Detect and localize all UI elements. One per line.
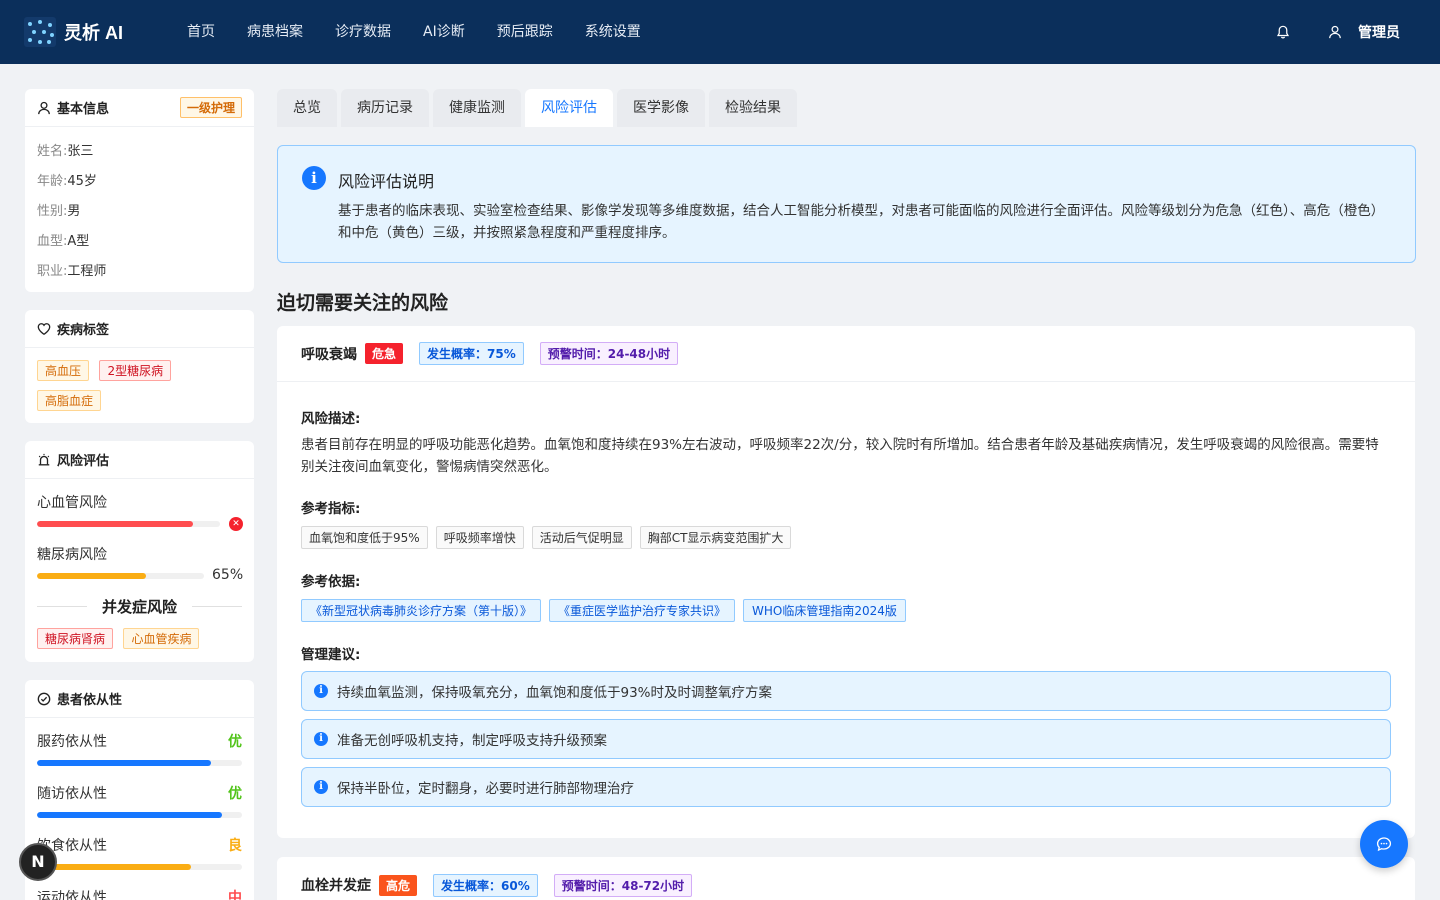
compliance-grade: 中 bbox=[228, 890, 242, 900]
reference-tags: 《新型冠状病毒肺炎诊疗方案（第十版）》 《重症医学监护治疗专家共识》 WHO临床… bbox=[301, 599, 914, 622]
alert-title: 风险评估说明 bbox=[338, 172, 435, 191]
risk-card-respiratory-failure: 呼吸衰竭 危急 发生概率：75% 预警时间：24-48小时 风险描述: 患者目前… bbox=[277, 326, 1415, 838]
indicator-tag: 呼吸频率增快 bbox=[435, 526, 524, 549]
nav-item-settings[interactable]: 系统设置 bbox=[569, 0, 657, 64]
nav-item-clinical-data[interactable]: 诊疗数据 bbox=[319, 0, 407, 64]
compliance-card: 患者依从性 服药依从性 优 随访依从性 优 饮食依从性 良 运动依从性 中 bbox=[25, 680, 254, 900]
risk-level-badge: 高危 bbox=[379, 874, 418, 896]
disease-tags-card: 疾病标签 高血压 2型糖尿病 高脂血症 bbox=[25, 310, 254, 423]
app-logo[interactable]: 灵析 AI bbox=[24, 17, 123, 47]
compliance-progress-bar bbox=[37, 864, 242, 870]
main-nav: 首页 病患档案 诊疗数据 AI诊断 预后跟踪 系统设置 bbox=[171, 0, 657, 64]
risk-progress-bar bbox=[37, 573, 204, 579]
compliance-grade: 良 bbox=[228, 838, 242, 854]
info-icon: i bbox=[314, 684, 328, 698]
indicator-tags: 血氧饱和度低于95% 呼吸频率增快 活动后气促明显 胸部CT显示病变范围扩大 bbox=[301, 526, 799, 549]
risk-percent: 65% bbox=[212, 567, 244, 583]
bell-icon[interactable] bbox=[1276, 25, 1290, 39]
alarm-icon bbox=[38, 453, 50, 465]
risk-assessment-card: 风险评估 心血管风险 ✕ 糖尿病风险 65% 并发症风险 糖尿病肾病 心血管疾病 bbox=[25, 441, 254, 662]
indicator-tag: 血氧饱和度低于95% bbox=[301, 526, 428, 549]
risk-card-thrombosis: 血栓并发症 高危 发生概率：60% 预警时间：48-72小时 bbox=[277, 857, 1415, 900]
top-header: 灵析 AI 首页 病患档案 诊疗数据 AI诊断 预后跟踪 系统设置 管理员 bbox=[0, 0, 1440, 64]
risk-label: 心血管风险 bbox=[37, 495, 107, 511]
advice-item: i 准备无创呼吸机支持，制定呼吸支持升级预案 bbox=[301, 719, 1391, 759]
advice-item: i 保持半卧位，定时翻身，必要时进行肺部物理治疗 bbox=[301, 767, 1391, 807]
info-alert: i 风险评估说明 基于患者的临床表现、实验室检查结果、影像学发现等多维度数据，结… bbox=[277, 145, 1416, 263]
risk-progress-bar bbox=[37, 521, 220, 527]
info-row-occupation: 职业:工程师 bbox=[37, 264, 107, 279]
complication-tag: 心血管疾病 bbox=[123, 628, 200, 649]
disease-tag: 高血压 bbox=[37, 360, 90, 381]
reference-link[interactable]: WHO临床管理指南2024版 bbox=[743, 599, 906, 622]
risk-name: 呼吸衰竭 bbox=[301, 346, 357, 363]
tab-medical-records[interactable]: 病历记录 bbox=[341, 89, 429, 127]
card-title: 患者依从性 bbox=[57, 693, 123, 708]
references-heading: 参考依据: bbox=[301, 574, 361, 590]
risk-level-badge: 危急 bbox=[365, 343, 404, 364]
risk-label: 糖尿病风险 bbox=[37, 547, 107, 563]
info-icon: i bbox=[302, 166, 326, 190]
disease-tag: 2型糖尿病 bbox=[99, 360, 172, 381]
compliance-label: 运动依从性 bbox=[37, 890, 107, 900]
warning-time-tag: 预警时间：48-72小时 bbox=[553, 873, 693, 897]
tab-lab-results[interactable]: 检验结果 bbox=[709, 89, 797, 127]
care-level-badge: 一级护理 bbox=[179, 97, 242, 118]
indicator-tag: 活动后气促明显 bbox=[531, 526, 632, 549]
logo-icon bbox=[24, 17, 56, 47]
error-icon: ✕ bbox=[229, 517, 243, 531]
compliance-grade: 优 bbox=[228, 786, 242, 802]
probability-tag: 发生概率：60% bbox=[433, 873, 538, 897]
reference-link[interactable]: 《新型冠状病毒肺炎诊疗方案（第十版）》 bbox=[301, 599, 542, 622]
compliance-progress-bar bbox=[37, 760, 242, 766]
disease-tag: 高脂血症 bbox=[37, 390, 102, 411]
basic-info-card: 基本信息 一级护理 姓名:张三 年龄:45岁 性别:男 血型:A型 职业:工程师 bbox=[25, 89, 254, 292]
info-row-gender: 性别:男 bbox=[37, 204, 81, 219]
info-row-name: 姓名:张三 bbox=[37, 144, 94, 159]
nav-item-ai-diagnosis[interactable]: AI诊断 bbox=[407, 0, 481, 64]
tab-health-monitoring[interactable]: 健康监测 bbox=[433, 89, 521, 127]
reference-link[interactable]: 《重症医学监护治疗专家共识》 bbox=[549, 599, 736, 622]
card-title: 风险评估 bbox=[57, 454, 110, 469]
user-name[interactable]: 管理员 bbox=[1358, 22, 1400, 42]
indicators-heading: 参考指标: bbox=[301, 501, 361, 517]
chat-button[interactable] bbox=[1360, 820, 1408, 868]
info-icon: i bbox=[314, 732, 328, 746]
complication-title: 并发症风险 bbox=[37, 596, 242, 617]
alert-description: 基于患者的临床表现、实验室检查结果、影像学发现等多维度数据，结合人工智能分析模型… bbox=[338, 203, 1378, 241]
warning-time-tag: 预警时间：24-48小时 bbox=[539, 342, 679, 365]
probability-tag: 发生概率：75% bbox=[419, 342, 524, 365]
compliance-grade: 优 bbox=[228, 734, 242, 750]
nav-item-prognosis[interactable]: 预后跟踪 bbox=[481, 0, 569, 64]
n-logo-badge[interactable]: N bbox=[19, 843, 57, 881]
risk-description: 患者目前存在明显的呼吸功能恶化趋势。血氧饱和度持续在93%左右波动，呼吸频率22… bbox=[301, 437, 1379, 475]
nav-item-patient-records[interactable]: 病患档案 bbox=[231, 0, 319, 64]
chat-icon bbox=[1376, 837, 1392, 852]
advice-item: i 持续血氧监测，保持吸氧充分，血氧饱和度低于93%时及时调整氧疗方案 bbox=[301, 671, 1391, 711]
info-row-age: 年龄:45岁 bbox=[37, 174, 97, 189]
tab-bar: 总览 病历记录 健康监测 风险评估 医学影像 检验结果 bbox=[277, 89, 801, 127]
compliance-progress-bar bbox=[37, 812, 242, 818]
advice-heading: 管理建议: bbox=[301, 647, 361, 663]
indicator-tag: 胸部CT显示病变范围扩大 bbox=[639, 526, 792, 549]
app-name: 灵析 AI bbox=[64, 23, 124, 43]
section-title: 迫切需要关注的风险 bbox=[277, 292, 449, 314]
check-circle-icon bbox=[37, 692, 51, 705]
nav-item-home[interactable]: 首页 bbox=[171, 0, 231, 64]
info-icon: i bbox=[314, 780, 328, 794]
card-title: 疾病标签 bbox=[57, 323, 110, 338]
risk-name: 血栓并发症 bbox=[301, 878, 371, 894]
heart-icon bbox=[37, 322, 51, 335]
tab-overview[interactable]: 总览 bbox=[277, 89, 337, 127]
user-icon[interactable] bbox=[1328, 25, 1342, 39]
compliance-label: 服药依从性 bbox=[37, 734, 107, 750]
compliance-label: 随访依从性 bbox=[37, 786, 107, 802]
complication-tag: 糖尿病肾病 bbox=[37, 628, 114, 649]
user-icon bbox=[38, 101, 50, 114]
tab-medical-imaging[interactable]: 医学影像 bbox=[617, 89, 705, 127]
tab-risk-assessment[interactable]: 风险评估 bbox=[525, 89, 613, 127]
card-title: 基本信息 bbox=[57, 102, 110, 117]
info-row-blood-type: 血型:A型 bbox=[37, 234, 90, 249]
risk-description-heading: 风险描述: bbox=[301, 411, 361, 427]
